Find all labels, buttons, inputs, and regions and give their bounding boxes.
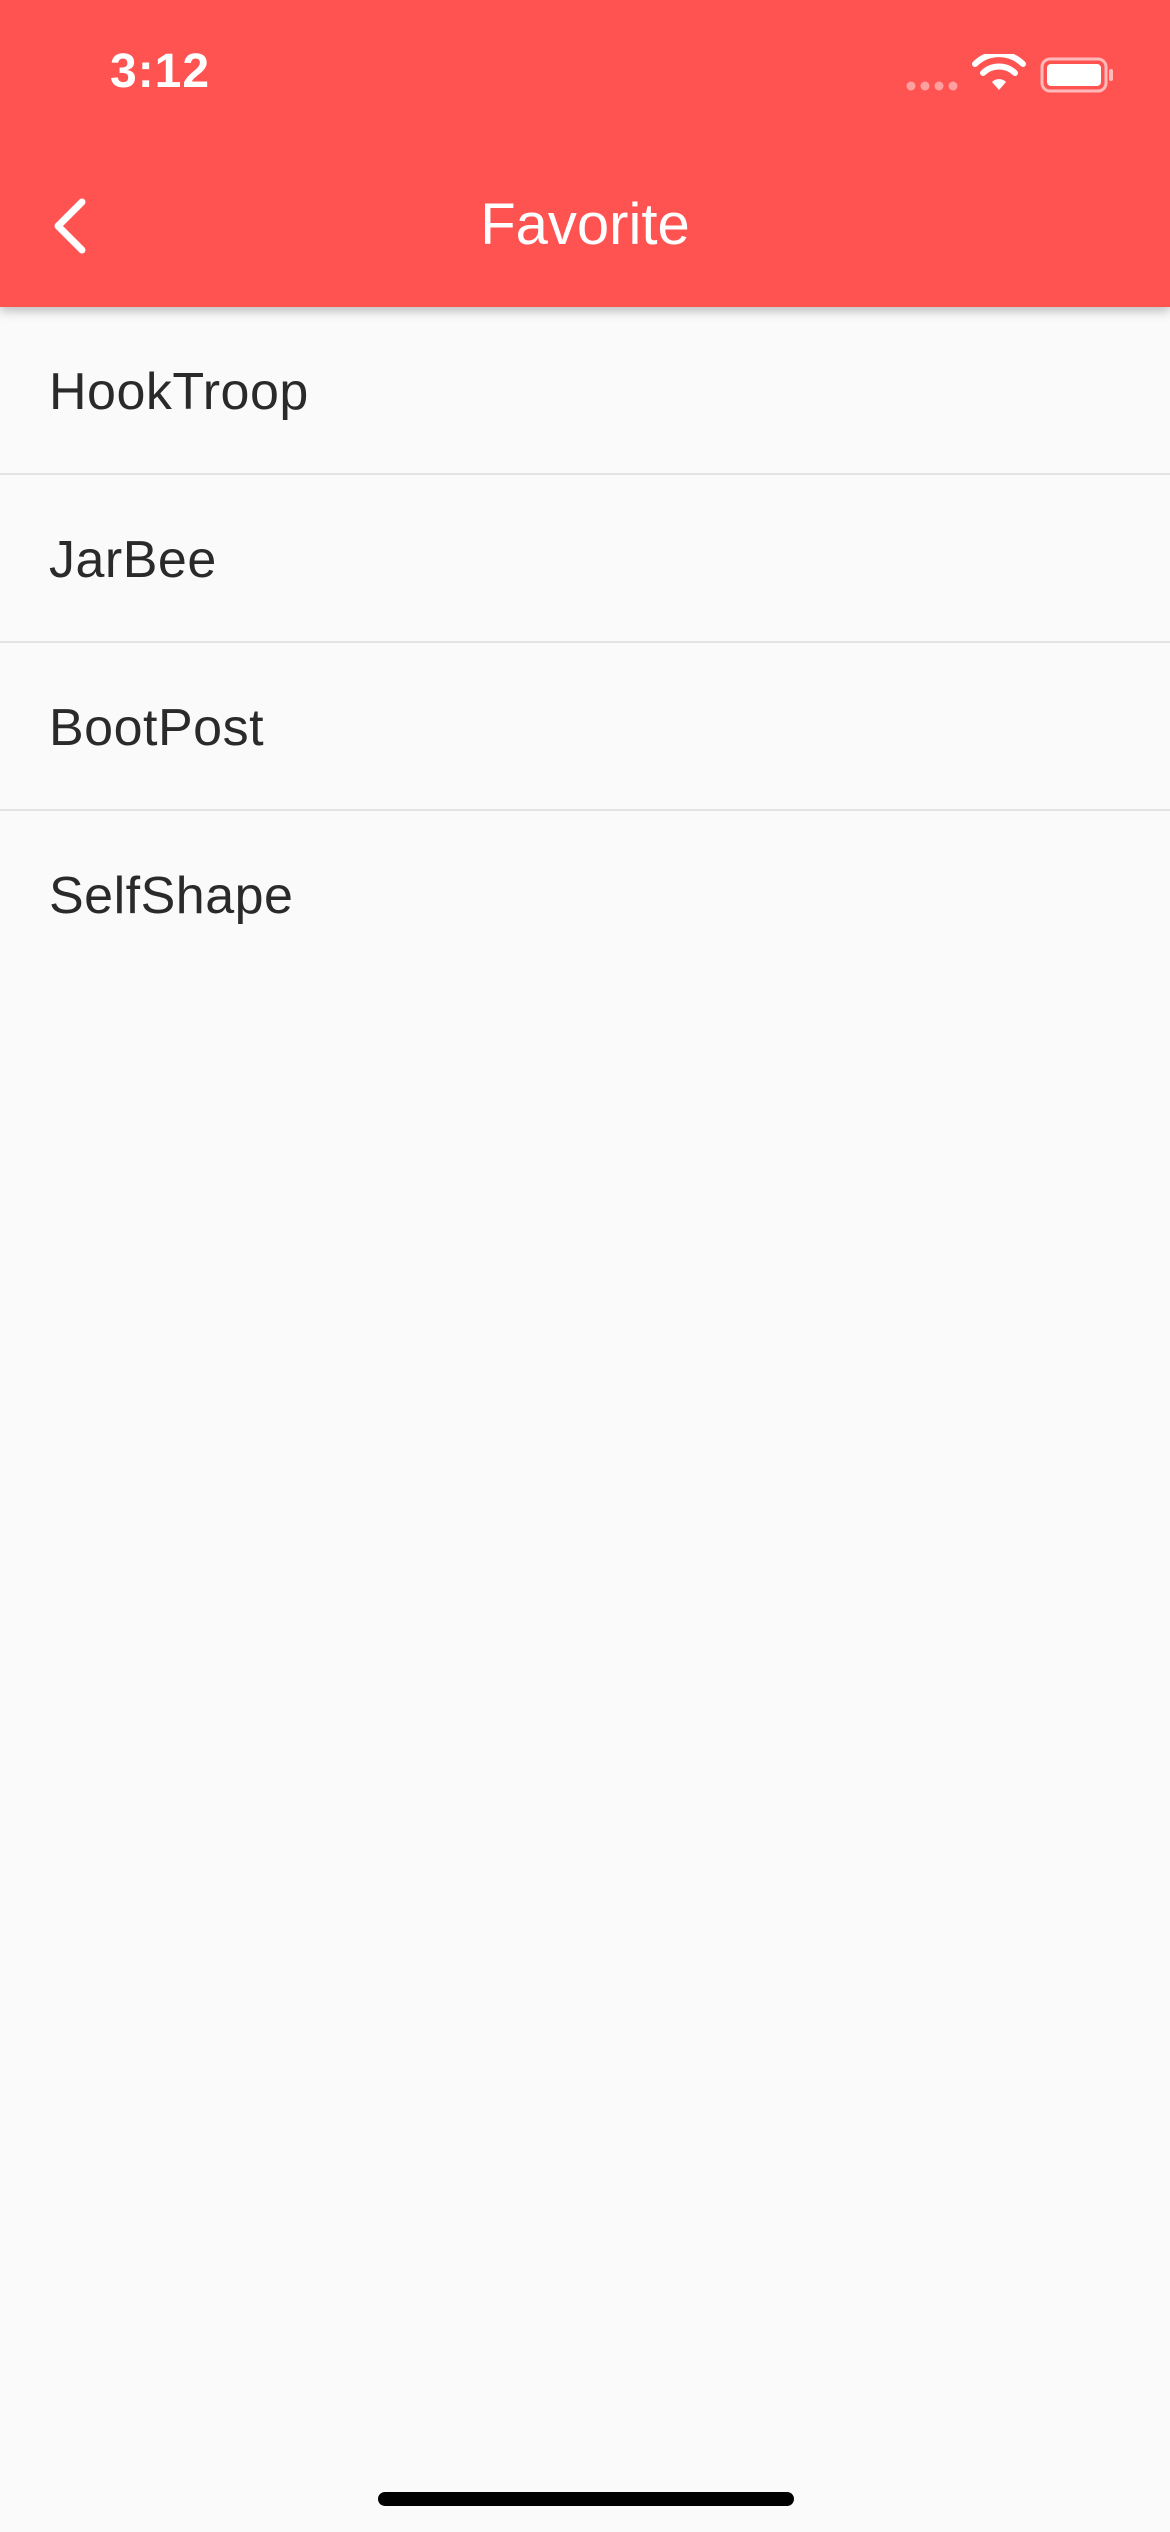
app-bar: 3:12 Favorite <box>0 0 1170 307</box>
favorites-list: HookTroop JarBee BootPost SelfShape <box>0 307 1170 977</box>
status-time: 3:12 <box>110 45 211 98</box>
list-item-label: BootPost <box>49 699 265 757</box>
status-bar: 3:12 <box>0 0 1170 150</box>
battery-icon <box>1040 57 1113 93</box>
wifi-icon <box>972 54 1026 90</box>
list-item[interactable]: JarBee <box>0 475 1170 643</box>
list-item-label: HookTroop <box>49 363 309 421</box>
list-item-label: JarBee <box>49 531 217 589</box>
home-indicator[interactable] <box>378 2492 794 2506</box>
cellular-signal-icon <box>906 81 958 91</box>
list-item[interactable]: BootPost <box>0 643 1170 811</box>
page-title: Favorite <box>480 192 690 257</box>
list-item[interactable]: HookTroop <box>0 307 1170 475</box>
list-item-label: SelfShape <box>49 867 294 925</box>
list-item[interactable]: SelfShape <box>0 811 1170 977</box>
